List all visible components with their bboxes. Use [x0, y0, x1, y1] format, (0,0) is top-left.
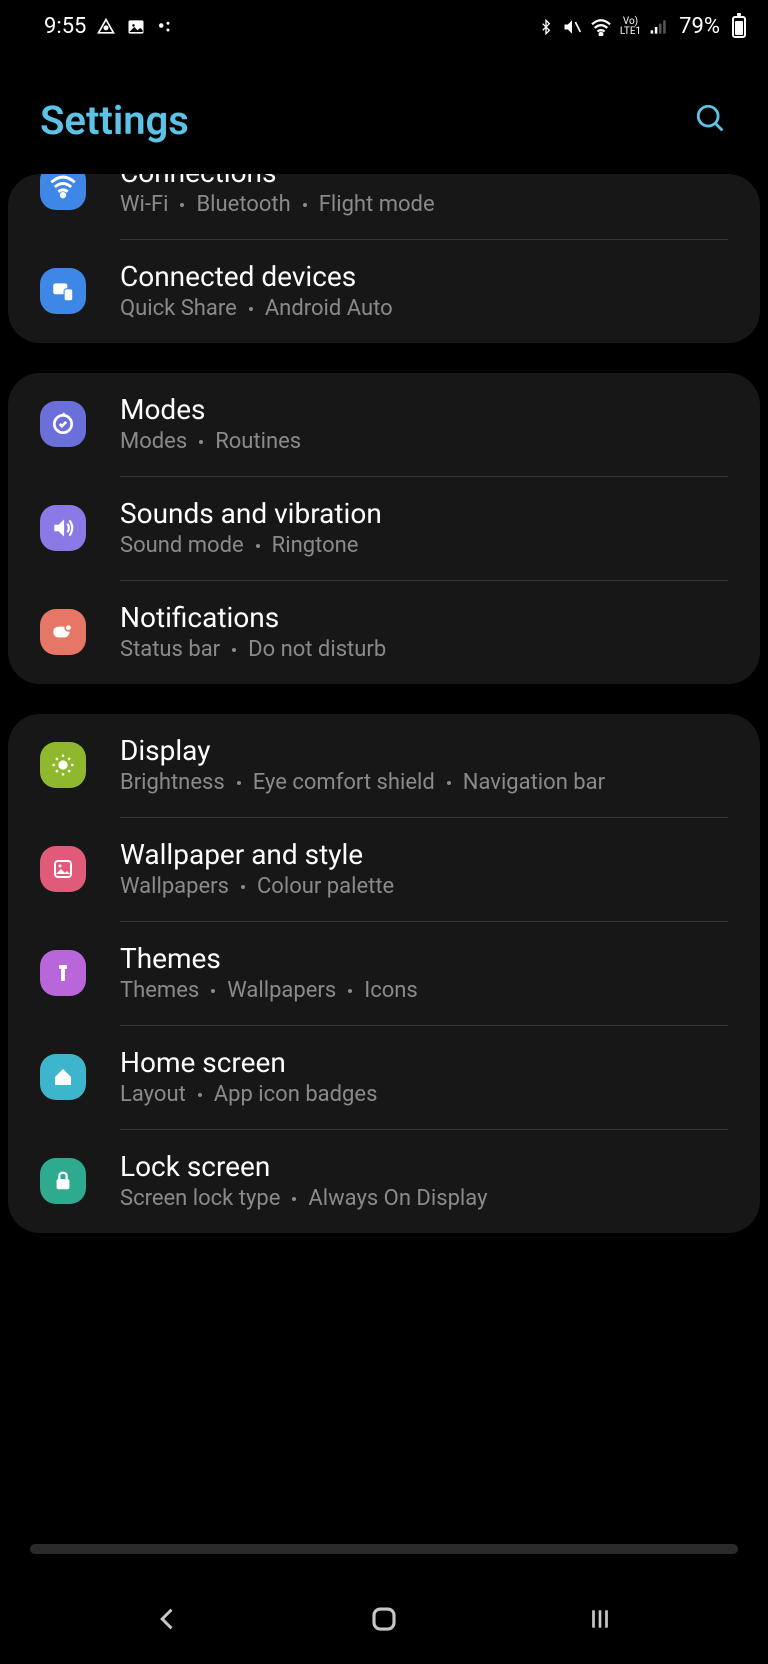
item-title: Connections	[120, 174, 732, 189]
signal-icon	[649, 18, 669, 36]
separator-dot	[232, 648, 236, 652]
item-subtitle: Wi-FiBluetoothFlight mode	[120, 192, 732, 217]
item-subtitle: ThemesWallpapersIcons	[120, 978, 732, 1003]
separator-dot	[249, 307, 253, 311]
sounds-icon	[40, 505, 86, 551]
settings-group: ModesModesRoutinesSounds and vibrationSo…	[8, 373, 760, 684]
item-subtitle: BrightnessEye comfort shieldNavigation b…	[120, 770, 732, 795]
modes-icon	[40, 401, 86, 447]
settings-item-wallpaper[interactable]: Wallpaper and style WallpapersColour pale…	[8, 818, 760, 921]
settings-group: Display BrightnessEye comfort shieldNavig…	[8, 714, 760, 1233]
separator-dot	[198, 1093, 202, 1097]
battery-percent: 79%	[679, 14, 720, 39]
settings-item-connected[interactable]: Connected devices Quick ShareAndroid Auto	[8, 240, 760, 343]
settings-item-sounds[interactable]: Sounds and vibration Sound modeRingtone	[8, 477, 760, 580]
item-title: Wallpaper and style	[120, 838, 732, 871]
display-icon	[40, 742, 86, 788]
bluetooth-icon	[538, 16, 554, 38]
item-text: Sounds and vibration Sound modeRingtone	[120, 497, 732, 558]
separator-dot	[256, 544, 260, 548]
item-text: Modes ModesRoutines	[120, 393, 732, 454]
item-subtitle: WallpapersColour palette	[120, 874, 732, 899]
item-text: Themes ThemesWallpapersIcons	[120, 942, 732, 1003]
notifications-icon	[40, 609, 86, 655]
separator-dot	[292, 1197, 296, 1201]
item-subtitle: Screen lock typeAlways On Display	[120, 1186, 732, 1211]
item-title: Modes	[120, 393, 732, 426]
scroll-indicator	[30, 1544, 738, 1554]
status-left: 9:55	[44, 14, 174, 39]
back-button[interactable]	[138, 1589, 198, 1649]
settings-item-notifications[interactable]: Notifications Status barDo not disturb	[8, 581, 760, 684]
triangle-icon	[96, 17, 116, 37]
page-title: Settings	[40, 97, 189, 144]
dots-icon	[156, 18, 174, 36]
themes-icon	[40, 950, 86, 996]
mute-icon	[562, 17, 582, 37]
settings-item-home[interactable]: Home screen LayoutApp icon badges	[8, 1026, 760, 1129]
clock: 9:55	[44, 14, 86, 39]
settings-item-display[interactable]: Display BrightnessEye comfort shieldNavig…	[8, 714, 760, 817]
item-subtitle: Quick ShareAndroid Auto	[120, 296, 732, 321]
item-subtitle: Sound modeRingtone	[120, 533, 732, 558]
status-right: Vo)LTE1 79%	[538, 14, 746, 39]
item-subtitle: LayoutApp icon badges	[120, 1082, 732, 1107]
separator-dot	[180, 203, 184, 207]
separator-dot	[303, 203, 307, 207]
item-title: Notifications	[120, 601, 732, 634]
separator-dot	[447, 781, 451, 785]
settings-item-connections[interactable]: Connections Wi-FiBluetoothFlight mode	[8, 174, 760, 239]
settings-item-modes[interactable]: Modes ModesRoutines	[8, 373, 760, 476]
settings-item-lock[interactable]: Lock screen Screen lock typeAlways On Dis…	[8, 1130, 760, 1233]
item-title: Display	[120, 734, 732, 767]
header: Settings	[0, 47, 768, 174]
battery-icon	[732, 16, 746, 38]
item-subtitle: Status barDo not disturb	[120, 637, 732, 662]
image-icon	[126, 17, 146, 37]
item-text: Wallpaper and style WallpapersColour pale…	[120, 838, 732, 899]
status-bar: 9:55 Vo)LTE1 79%	[0, 0, 768, 47]
settings-list[interactable]: ConnectionsWi-FiBluetoothFlight modeConn…	[0, 174, 768, 1233]
settings-item-themes[interactable]: Themes ThemesWallpapersIcons	[8, 922, 760, 1025]
connections-icon	[40, 174, 86, 210]
separator-dot	[199, 440, 203, 444]
item-subtitle: ModesRoutines	[120, 429, 732, 454]
navigation-bar	[0, 1574, 768, 1664]
separator-dot	[241, 885, 245, 889]
separator-dot	[348, 989, 352, 993]
search-button[interactable]	[694, 102, 728, 140]
item-title: Lock screen	[120, 1150, 732, 1183]
item-title: Sounds and vibration	[120, 497, 732, 530]
item-title: Home screen	[120, 1046, 732, 1079]
item-text: Connected devices Quick ShareAndroid Auto	[120, 260, 732, 321]
wallpaper-icon	[40, 846, 86, 892]
separator-dot	[211, 989, 215, 993]
home-icon	[40, 1054, 86, 1100]
item-text: Notifications Status barDo not disturb	[120, 601, 732, 662]
item-text: Connections Wi-FiBluetoothFlight mode	[120, 174, 732, 217]
volte-icon: Vo)LTE1	[620, 17, 641, 37]
home-button[interactable]	[354, 1589, 414, 1649]
connected-icon	[40, 268, 86, 314]
item-text: Lock screen Screen lock typeAlways On Dis…	[120, 1150, 732, 1211]
item-title: Connected devices	[120, 260, 732, 293]
wifi-icon	[590, 18, 612, 36]
lock-icon	[40, 1158, 86, 1204]
item-title: Themes	[120, 942, 732, 975]
settings-group: ConnectionsWi-FiBluetoothFlight modeConn…	[8, 174, 760, 343]
item-text: Home screen LayoutApp icon badges	[120, 1046, 732, 1107]
separator-dot	[237, 781, 241, 785]
item-text: Display BrightnessEye comfort shieldNavig…	[120, 734, 732, 795]
recents-button[interactable]	[570, 1589, 630, 1649]
